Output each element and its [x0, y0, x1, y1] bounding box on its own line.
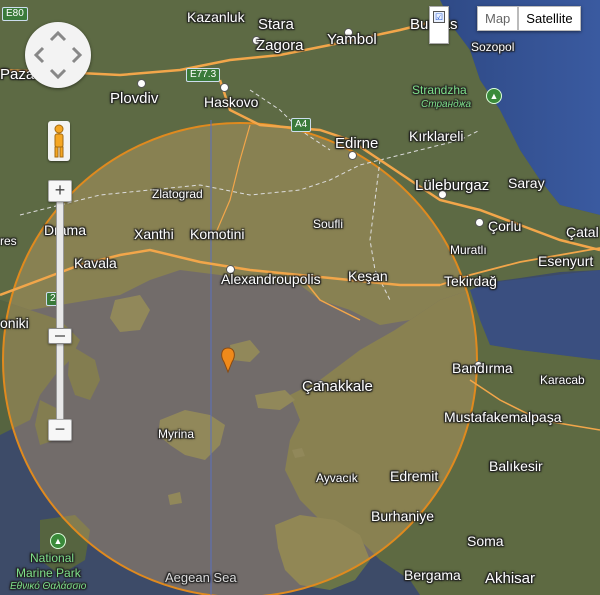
- zoom-slider-track[interactable]: [56, 200, 64, 422]
- place-soma: Soma: [467, 533, 504, 549]
- place-saray: Saray: [508, 175, 545, 191]
- map-type-satellite-button[interactable]: Satellite: [518, 6, 581, 31]
- place-karacabey: Karacab: [540, 373, 585, 387]
- place-komotini: Komotini: [190, 226, 245, 242]
- pegman-icon: [54, 124, 64, 158]
- place-balikesir: Balıkesir: [489, 458, 543, 474]
- place-haskovo: Haskovo: [204, 94, 259, 110]
- park-tree-icon: ▲: [486, 88, 502, 104]
- place-national-park-greek: Εθνικό Θαλάσσιο: [10, 581, 87, 592]
- place-bandirma: Bandırma: [452, 360, 513, 376]
- place-zagora: Zagora: [256, 37, 304, 54]
- place-tekirdag: Tekirdağ: [444, 273, 497, 289]
- place-myrina: Myrina: [158, 427, 195, 441]
- place-canakkale: Çanakkale: [302, 378, 373, 395]
- place-dot: [137, 79, 146, 88]
- place-national-park-2: Marine Park: [16, 566, 81, 580]
- place-dot: [220, 83, 229, 92]
- place-drama: Drama: [44, 222, 87, 238]
- zoom-in-button[interactable]: +: [48, 180, 72, 202]
- place-esenyurt: Esenyurt: [538, 253, 594, 269]
- place-yambol: Yambol: [327, 31, 377, 48]
- place-kazanluk: Kazanluk: [187, 9, 245, 25]
- pan-control[interactable]: [25, 22, 91, 88]
- place-stara: Stara: [258, 16, 294, 33]
- place-akhisar: Akhisar: [485, 570, 536, 587]
- place-ayvacik: Ayvacık: [316, 471, 358, 485]
- zoom-slider-thumb[interactable]: [48, 328, 72, 344]
- place-strandzha-local: Странджа: [421, 99, 472, 110]
- place-thessaloniki: oniki: [0, 315, 29, 331]
- slider-grip-icon: [55, 335, 65, 337]
- place-strandzha: Strandzha: [412, 83, 467, 97]
- satellite-terrain: [0, 0, 600, 595]
- place-dot: [475, 218, 484, 227]
- place-muratli: Muratlı: [450, 243, 487, 257]
- place-dot: [348, 151, 357, 160]
- sea-label-aegean: Aegean Sea: [165, 570, 237, 585]
- overlay-checkbox[interactable]: ☑: [433, 11, 445, 23]
- place-luleburgaz: Lüleburgaz: [415, 177, 490, 194]
- place-burhaniye: Burhaniye: [371, 508, 435, 524]
- road-shield-e80: E80: [2, 7, 28, 21]
- road-shield-e773: E77.3: [186, 68, 221, 82]
- place-mustafakemalpasa: Mustafakemalpaşa: [444, 409, 562, 425]
- road-shield-a4: A4: [291, 118, 312, 132]
- place-kavala: Kavala: [74, 255, 117, 271]
- place-xanthi: Xanthi: [134, 226, 174, 242]
- place-kirklareli: Kırklareli: [409, 128, 464, 144]
- place-serres: res: [0, 234, 17, 248]
- place-zlatograd: Zlatograd: [152, 187, 203, 201]
- place-national-park-1: National: [30, 551, 75, 565]
- overlay-toggle[interactable]: ☑: [429, 6, 449, 44]
- street-view-pegman[interactable]: [48, 121, 70, 161]
- park-tree-icon: ▲: [50, 533, 66, 549]
- place-plovdiv: Plovdiv: [110, 90, 159, 107]
- map-type-map-button[interactable]: Map: [477, 6, 519, 31]
- place-edirne: Edirne: [335, 135, 379, 152]
- place-corlu: Çorlu: [488, 218, 522, 234]
- place-edremit: Edremit: [390, 468, 439, 484]
- map-type-control: Map Satellite: [477, 6, 581, 31]
- zoom-out-button[interactable]: −: [48, 419, 72, 441]
- place-kesan: Keşan: [348, 268, 388, 284]
- pan-control-icon: [33, 30, 83, 80]
- place-alexandroupolis: Alexandroupolis: [221, 271, 321, 287]
- place-soufli: Soufli: [313, 217, 344, 231]
- map-canvas[interactable]: E80 E77.3 A4 2 Kazanluk Stara Zagora Yam…: [0, 0, 600, 595]
- place-catalca: Çatal: [566, 224, 599, 240]
- place-sozopol: Sozopol: [471, 40, 515, 54]
- place-bergama: Bergama: [404, 567, 461, 583]
